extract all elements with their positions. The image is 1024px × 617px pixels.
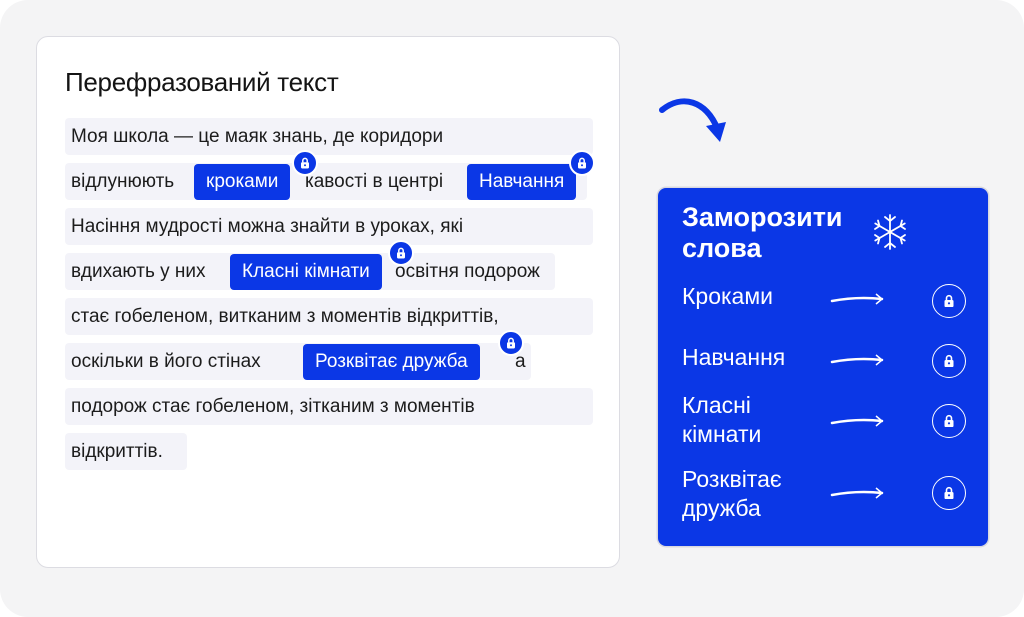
lock-toggle-button[interactable] [932, 476, 966, 510]
freeze-panel-title: Заморозити слова [682, 202, 843, 263]
lock-icon [292, 150, 318, 176]
text-segment: кавості в центрі [305, 171, 444, 192]
freeze-word-label: Навчання [682, 344, 786, 370]
lock-icon [944, 414, 954, 427]
lock-toggle-button[interactable] [932, 344, 966, 378]
text-segment: освітня подорож [395, 261, 540, 282]
frozen-word-chip-navchannia[interactable]: Навчання [467, 164, 577, 200]
text-line-3: Насіння мудрості можна знайти в уроках, … [65, 208, 593, 245]
text-segment: вдихають у них [71, 261, 206, 282]
lock-icon [498, 330, 524, 356]
freeze-word-label: Кроками [682, 283, 774, 309]
arrow-right-icon [830, 354, 884, 366]
curved-arrow-icon [659, 98, 726, 142]
lock-icon [388, 240, 414, 266]
arrow-right-icon [830, 487, 884, 499]
text-line-7: подорож стає гобеленом, зітканим з момен… [65, 388, 593, 425]
freeze-word-label: Розквітає дружба [682, 466, 782, 521]
text-line-8: відкриттів. [65, 433, 187, 470]
frozen-word-chip-krokamy[interactable]: кроками [194, 164, 291, 200]
text-line-1: Моя школа — це маяк знань, де коридори [65, 118, 593, 155]
snowflake-icon [874, 214, 906, 250]
freeze-words-panel: Заморозити слова Кроками Навчання Класні… [658, 188, 988, 546]
frozen-word-chip-klasni-kimnaty[interactable]: Класні кімнати [230, 254, 382, 290]
lock-toggle-button[interactable] [932, 284, 966, 318]
frozen-word-chip-rozkvitaie-druzhba[interactable]: Розквітає дружба [303, 344, 480, 380]
arrow-right-icon [830, 293, 884, 305]
text-segment: відлунюють [71, 171, 175, 192]
lock-icon [569, 150, 595, 176]
text-segment: оскільки в його стінах [71, 351, 261, 372]
paraphrased-text-card: Перефразований текст Моя школа — це маяк… [36, 36, 620, 568]
freeze-word-label: Класні кімнати [682, 392, 762, 447]
lock-icon [944, 486, 954, 499]
lock-icon [944, 294, 954, 307]
arrow-right-icon [830, 415, 884, 427]
card-title: Перефразований текст [65, 67, 339, 97]
lock-toggle-button[interactable] [932, 404, 966, 438]
lock-icon [944, 354, 954, 367]
